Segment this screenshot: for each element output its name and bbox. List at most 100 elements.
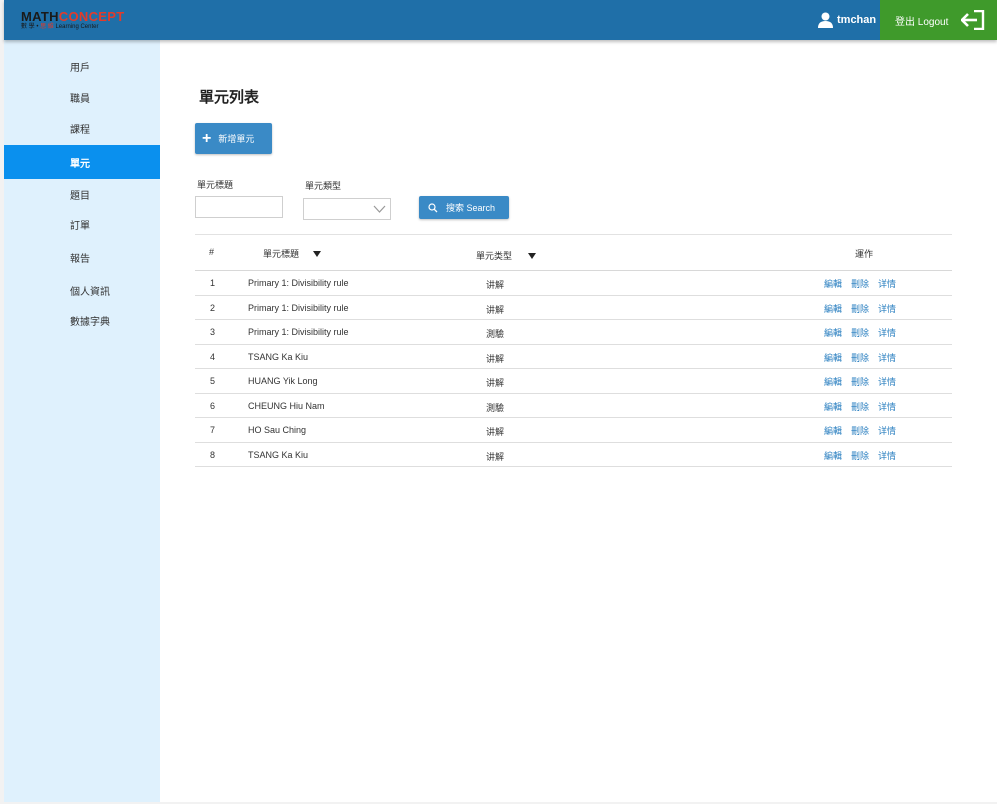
row-title: HUANG Yik Long bbox=[248, 376, 318, 386]
table-row: 8 TSANG Ka Kiu 讲解 編輯 刪除 详情 bbox=[195, 443, 952, 467]
logo-text-math: MATH bbox=[21, 9, 59, 24]
table-row: 6 CHEUNG Hiu Nam 測驗 編輯 刪除 详情 bbox=[195, 394, 952, 418]
sidebar-item-label: 訂單 bbox=[70, 220, 90, 232]
search-label: 搜索 Search bbox=[446, 203, 496, 213]
delete-link[interactable]: 刪除 bbox=[851, 353, 869, 363]
main-content: 單元列表 + 新增單元 單元標題 單元類型 搜索 Search # 單元標題 單… bbox=[160, 40, 997, 802]
column-header-type-label: 單元类型 bbox=[476, 251, 513, 261]
edit-link[interactable]: 編輯 bbox=[824, 304, 842, 314]
row-actions: 編輯 刪除 详情 bbox=[824, 400, 905, 413]
edit-link[interactable]: 編輯 bbox=[824, 426, 842, 436]
delete-link[interactable]: 刪除 bbox=[851, 304, 869, 314]
units-table: # 單元標題 單元类型 運作 1 Primary 1: Divisibility … bbox=[195, 234, 952, 467]
sort-down-icon[interactable] bbox=[528, 252, 537, 259]
column-header-actions: 運作 bbox=[855, 249, 874, 259]
row-title: Primary 1: Divisibility rule bbox=[248, 327, 349, 337]
user-icon bbox=[818, 12, 833, 28]
app-window: MATHCONCEPT 數 學 • 思 維 Learning Center tm… bbox=[4, 0, 997, 802]
row-type: 讲解 bbox=[486, 353, 505, 364]
row-actions: 編輯 刪除 详情 bbox=[824, 302, 905, 315]
table-header: # 單元標題 單元类型 運作 bbox=[195, 234, 952, 271]
user-name: tmchan bbox=[837, 14, 877, 26]
detail-link[interactable]: 详情 bbox=[878, 328, 896, 338]
table-row: 5 HUANG Yik Long 讲解 編輯 刪除 详情 bbox=[195, 369, 952, 394]
row-index: 4 bbox=[210, 351, 216, 362]
row-title: HO Sau Ching bbox=[248, 425, 307, 435]
detail-link[interactable]: 详情 bbox=[878, 451, 896, 461]
sidebar-item-label: 課程 bbox=[70, 124, 90, 136]
logout-button[interactable]: 登出 Logout bbox=[880, 0, 997, 40]
brand-logo[interactable]: MATHCONCEPT 數 學 • 思 維 Learning Center bbox=[21, 10, 125, 32]
sidebar-item-units[interactable]: 單元 bbox=[4, 145, 160, 179]
sidebar-item-label: 單元 bbox=[70, 158, 90, 170]
edit-link[interactable]: 編輯 bbox=[824, 279, 842, 289]
column-header-type[interactable]: 單元类型 bbox=[476, 249, 537, 262]
row-index: 6 bbox=[210, 400, 216, 411]
sidebar-item-label: 用戶 bbox=[70, 62, 90, 74]
sidebar-item-users[interactable]: 用戶 bbox=[4, 49, 160, 83]
row-type: 讲解 bbox=[486, 304, 505, 315]
delete-link[interactable]: 刪除 bbox=[851, 451, 869, 461]
edit-link[interactable]: 編輯 bbox=[824, 377, 842, 387]
logo-text-concept: CONCEPT bbox=[58, 9, 125, 24]
search-button[interactable]: 搜索 Search bbox=[419, 196, 509, 219]
sidebar-item-data-dictionary[interactable]: 數據字典 bbox=[4, 303, 160, 337]
title-filter-label: 單元標題 bbox=[197, 180, 234, 190]
title-filter-input[interactable] bbox=[195, 196, 283, 218]
sidebar-item-profile[interactable]: 個人資訊 bbox=[4, 273, 160, 307]
column-header-title[interactable]: 單元標題 bbox=[263, 247, 322, 260]
row-type: 讲解 bbox=[486, 451, 505, 462]
delete-link[interactable]: 刪除 bbox=[851, 377, 869, 387]
top-bar: MATHCONCEPT 數 學 • 思 維 Learning Center tm… bbox=[4, 0, 997, 40]
type-filter-select[interactable] bbox=[303, 198, 391, 220]
row-title: Primary 1: Divisibility rule bbox=[248, 302, 349, 313]
row-type: 測驗 bbox=[486, 329, 505, 339]
sidebar-item-questions[interactable]: 題目 bbox=[4, 177, 160, 211]
row-index: 3 bbox=[210, 327, 216, 337]
detail-link[interactable]: 详情 bbox=[878, 304, 896, 314]
sidebar-item-courses[interactable]: 課程 bbox=[4, 111, 160, 145]
delete-link[interactable]: 刪除 bbox=[851, 328, 869, 338]
sidebar-item-label: 題目 bbox=[70, 190, 90, 202]
add-unit-label: 新增單元 bbox=[218, 134, 255, 144]
edit-link[interactable]: 編輯 bbox=[824, 402, 842, 412]
delete-link[interactable]: 刪除 bbox=[851, 402, 869, 412]
sidebar-item-label: 數據字典 bbox=[70, 316, 110, 328]
table-body: 1 Primary 1: Divisibility rule 讲解 編輯 刪除 详情 2 Pr… bbox=[195, 271, 952, 467]
sidebar-item-reports[interactable]: 報告 bbox=[4, 240, 160, 274]
row-index: 1 bbox=[210, 278, 216, 288]
sidebar-item-staff[interactable]: 職員 bbox=[4, 80, 160, 114]
row-title: TSANG Ka Kiu bbox=[248, 351, 309, 362]
detail-link[interactable]: 详情 bbox=[878, 279, 896, 289]
detail-link[interactable]: 详情 bbox=[878, 402, 896, 412]
row-actions: 編輯 刪除 详情 bbox=[824, 449, 905, 462]
logout-label: 登出 Logout bbox=[895, 16, 949, 28]
detail-link[interactable]: 详情 bbox=[878, 426, 896, 436]
delete-link[interactable]: 刪除 bbox=[851, 426, 869, 436]
sort-down-icon[interactable] bbox=[313, 250, 322, 257]
edit-link[interactable]: 編輯 bbox=[824, 451, 842, 461]
sidebar-item-orders[interactable]: 訂單 bbox=[4, 207, 160, 241]
sidebar: 用戶 職員 課程 單元 題目 訂單 報告 個人資訊 數據字典 bbox=[4, 40, 160, 802]
row-index: 8 bbox=[210, 449, 216, 460]
add-unit-button[interactable]: + 新增單元 bbox=[195, 123, 272, 154]
detail-link[interactable]: 详情 bbox=[878, 353, 896, 363]
table-row: 2 Primary 1: Divisibility rule 讲解 編輯 刪除 详情 bbox=[195, 296, 952, 320]
sidebar-item-label: 報告 bbox=[70, 253, 90, 265]
page-title: 單元列表 bbox=[199, 89, 260, 106]
delete-link[interactable]: 刪除 bbox=[851, 279, 869, 289]
plus-icon: + bbox=[202, 129, 212, 147]
row-actions: 編輯 刪除 详情 bbox=[824, 424, 905, 437]
row-actions: 編輯 刪除 详情 bbox=[824, 277, 905, 290]
table-row: 1 Primary 1: Divisibility rule 讲解 編輯 刪除 详情 bbox=[195, 271, 952, 296]
detail-link[interactable]: 详情 bbox=[878, 377, 896, 387]
table-row: 4 TSANG Ka Kiu 讲解 編輯 刪除 详情 bbox=[195, 345, 952, 369]
edit-link[interactable]: 編輯 bbox=[824, 328, 842, 338]
row-index: 7 bbox=[210, 425, 216, 435]
edit-link[interactable]: 編輯 bbox=[824, 353, 842, 363]
row-title: TSANG Ka Kiu bbox=[248, 449, 309, 460]
logo-sub-3: Learning Center bbox=[55, 24, 99, 30]
row-type: 讲解 bbox=[486, 427, 505, 437]
user-menu[interactable]: tmchan bbox=[818, 11, 876, 29]
column-header-index: # bbox=[209, 247, 215, 257]
